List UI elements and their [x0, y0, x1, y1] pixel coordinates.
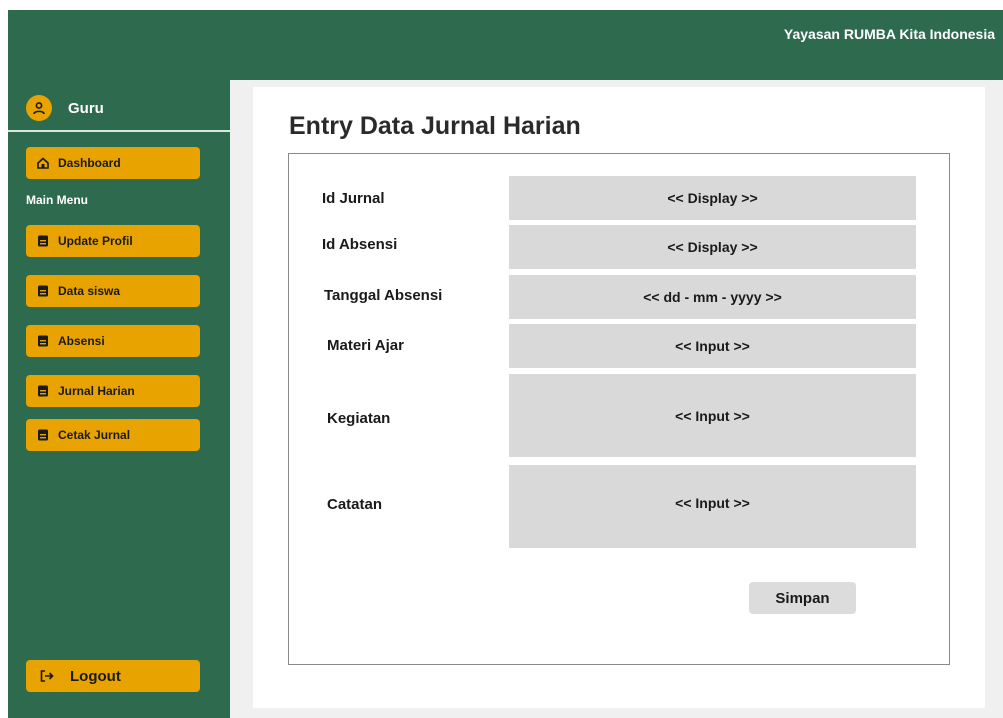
catatan-input[interactable]: << Input >> — [509, 465, 916, 548]
sidebar-item-label: Data siswa — [58, 284, 121, 298]
materi-ajar-input[interactable]: << Input >> — [509, 324, 916, 368]
logout-icon — [40, 670, 54, 682]
kegiatan-input[interactable]: << Input >> — [509, 374, 916, 457]
label-kegiatan: Kegiatan — [327, 410, 391, 427]
sidebar-item-label: Cetak Jurnal — [58, 428, 131, 442]
document-icon — [36, 234, 50, 248]
user-role: Guru — [68, 99, 104, 117]
save-button[interactable]: Simpan — [749, 582, 856, 614]
id-jurnal-field: << Display >> — [509, 176, 916, 220]
page-title: Entry Data Jurnal Harian — [289, 112, 581, 140]
org-name: Yayasan RUMBA Kita Indonesia — [783, 26, 995, 42]
document-icon — [36, 284, 50, 298]
sidebar-item-data-siswa[interactable]: Data siswa — [26, 275, 200, 307]
label-materi-ajar: Materi Ajar — [327, 337, 404, 354]
sidebar-item-absensi[interactable]: Absensi — [26, 325, 200, 357]
sidebar-item-label: Jurnal Harian — [58, 384, 135, 398]
document-icon — [36, 428, 50, 442]
logout-button[interactable]: Logout — [26, 660, 200, 692]
sidebar-divider — [8, 130, 230, 132]
label-id-absensi: Id Absensi — [322, 236, 398, 253]
sidebar-item-label: Update Profil — [58, 234, 133, 248]
document-icon — [36, 384, 50, 398]
document-icon — [36, 334, 50, 348]
sidebar-item-update-profil[interactable]: Update Profil — [26, 225, 200, 257]
sidebar-user: Guru — [26, 95, 104, 121]
tanggal-absensi-input[interactable]: << dd - mm - yyyy >> — [509, 275, 916, 319]
home-icon — [36, 156, 50, 170]
main-menu-heading: Main Menu — [26, 193, 88, 207]
sidebar-item-label: Absensi — [58, 334, 105, 348]
id-absensi-field: << Display >> — [509, 225, 916, 269]
user-icon — [26, 95, 52, 121]
label-catatan: Catatan — [327, 496, 383, 513]
sidebar-item-cetak-jurnal[interactable]: Cetak Jurnal — [26, 419, 200, 451]
sidebar-item-label: Dashboard — [58, 156, 121, 170]
label-id-jurnal: Id Jurnal — [322, 190, 385, 207]
label-tanggal-absensi: Tanggal Absensi — [324, 287, 443, 304]
sidebar-item-jurnal-harian[interactable]: Jurnal Harian — [26, 375, 200, 407]
sidebar-item-dashboard[interactable]: Dashboard — [26, 147, 200, 179]
logout-label: Logout — [70, 667, 121, 685]
